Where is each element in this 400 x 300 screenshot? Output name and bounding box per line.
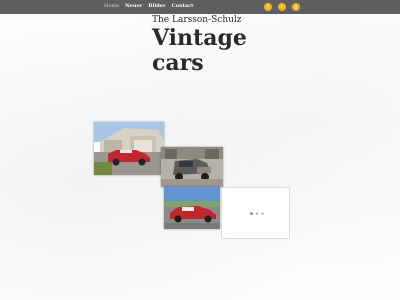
facebook-icon[interactable]: f — [264, 3, 272, 11]
page-title: Vintage cars — [152, 25, 247, 76]
social-links: f t g — [264, 3, 300, 11]
main-menu: Home Neuer Bilder Contact — [104, 3, 193, 9]
car-photo-image — [94, 122, 164, 175]
gallery-photo-vintage-truck[interactable] — [161, 147, 223, 187]
site-subtitle: The Larsson-Schulz — [152, 15, 242, 25]
google-plus-icon[interactable]: g — [292, 3, 300, 11]
gallery-photo-red-convertible-house[interactable] — [94, 122, 164, 175]
top-navigation-bar: Home Neuer Bilder Contact f t g — [0, 0, 400, 14]
gallery-photo-loading-placeholder — [221, 187, 290, 239]
nav-item-contact[interactable]: Contact — [172, 3, 194, 9]
gallery-photo-red-classic-car[interactable] — [164, 187, 220, 229]
loading-spinner-icon — [250, 212, 264, 215]
classic-car-photo-image — [164, 187, 220, 229]
nav-item-bilder[interactable]: Bilder — [148, 3, 165, 9]
nav-item-home[interactable]: Home — [104, 3, 119, 9]
truck-photo-image — [161, 147, 223, 187]
nav-item-neuer[interactable]: Neuer — [125, 3, 142, 9]
page: Home Neuer Bilder Contact f t g The Lars… — [0, 0, 400, 300]
twitter-icon[interactable]: t — [278, 3, 286, 11]
